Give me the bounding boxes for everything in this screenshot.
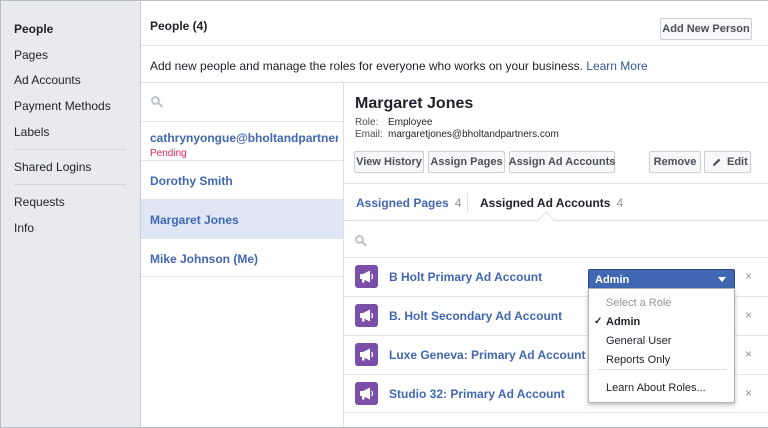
menu-item-general-user[interactable]: General User [606,335,671,347]
tab-divider [467,193,468,213]
assign-pages-button[interactable]: Assign Pages [428,151,505,173]
email-value: margaretjones@bholtandpartners.com [388,129,559,140]
page-title: People (4) [150,19,208,33]
menu-item-admin[interactable]: ✓ Admin [594,316,641,328]
nav-item-info[interactable]: Info [14,221,34,235]
tab-label: Assigned Ad Accounts [480,196,611,210]
nav-item-ad-accounts[interactable]: Ad Accounts [14,73,81,87]
menu-item-reports-only[interactable]: Reports Only [606,354,670,366]
list-item[interactable]: Mike Johnson (Me) [141,238,343,277]
megaphone-icon [355,382,378,405]
person-name: Margaret Jones [150,213,239,227]
close-icon[interactable]: × [745,347,752,361]
list-item[interactable]: Dorothy Smith [141,160,343,199]
close-icon[interactable]: × [745,269,752,283]
add-new-person-button[interactable]: Add New Person [660,18,752,40]
email-row: Email: margaretjones@bholtandpartners.com [355,129,559,140]
menu-item-learn-about-roles[interactable]: Learn About Roles... [606,382,706,394]
account-name-link[interactable]: Luxe Geneva: Primary Ad Account [389,348,586,362]
person-name: Mike Johnson (Me) [150,252,259,266]
role-row: Role: Employee [355,117,432,128]
megaphone-icon [355,265,378,288]
description-bar: Add new people and manage the roles for … [141,46,768,83]
close-icon[interactable]: × [745,386,752,400]
account-search[interactable] [344,221,768,257]
assignment-tabs: Assigned Pages 4 Assigned Ad Accounts 4 [344,183,768,221]
nav-item-labels[interactable]: Labels [14,125,49,139]
status-badge: Pending [150,148,187,159]
menu-header: Select a Role [606,297,672,309]
nav-divider [14,149,126,150]
megaphone-icon [355,343,378,366]
search-icon [151,96,163,108]
account-name-link[interactable]: Studio 32: Primary Ad Account [389,387,565,401]
check-icon: ✓ [594,316,603,327]
main-panel: People (4) Add New Person Add new people… [140,1,768,427]
people-search[interactable] [141,83,343,121]
learn-more-link[interactable]: Learn More [586,59,647,73]
left-nav: People Pages Ad Accounts Payment Methods… [1,1,140,427]
role-select-value: Admin [595,274,630,286]
nav-divider [14,184,126,185]
megaphone-icon [355,304,378,327]
person-name: cathrynyongue@bholtandpartners.com [150,131,338,145]
person-title: Margaret Jones [355,95,474,112]
tab-label: Assigned Pages [356,196,449,210]
role-select[interactable]: Admin [588,269,735,289]
account-name-link[interactable]: B Holt Primary Ad Account [389,270,542,284]
tab-count: 4 [454,196,462,210]
email-label: Email: [355,129,383,140]
pencil-icon [713,158,721,166]
nav-item-payment-methods[interactable]: Payment Methods [14,99,111,113]
nav-item-requests[interactable]: Requests [14,195,65,209]
tab-count: 4 [616,196,624,210]
nav-item-people[interactable]: People [14,22,53,36]
search-icon [355,235,367,247]
role-dropdown-menu: Select a Role ✓ Admin General User Repor… [588,288,735,403]
role-label: Role: [355,117,379,128]
assign-ad-accounts-button[interactable]: Assign Ad Accounts [509,151,615,173]
role-value: Employee [388,117,433,128]
chevron-down-icon [718,277,726,282]
menu-divider [597,369,727,370]
remove-button[interactable]: Remove [649,151,701,173]
business-manager-window: People Pages Ad Accounts Payment Methods… [0,0,768,428]
nav-item-shared-logins[interactable]: Shared Logins [14,160,91,174]
tab-assigned-ad-accounts[interactable]: Assigned Ad Accounts 4 [480,196,623,210]
page-header: People (4) Add New Person [141,1,768,46]
page-description: Add new people and manage the roles for … [150,59,648,73]
view-history-button[interactable]: View History [354,151,424,173]
tab-assigned-pages[interactable]: Assigned Pages 4 [356,196,461,210]
close-icon[interactable]: × [745,308,752,322]
person-name: Dorothy Smith [150,174,233,188]
list-item[interactable]: Margaret Jones [141,199,343,238]
menu-item-label: Admin [606,316,641,328]
account-name-link[interactable]: B. Holt Secondary Ad Account [389,309,562,323]
nav-item-pages[interactable]: Pages [14,48,48,62]
description-text: Add new people and manage the roles for … [150,59,583,73]
list-item[interactable]: cathrynyongue@bholtandpartners.com Pendi… [141,121,343,160]
edit-button[interactable]: Edit [704,151,751,173]
edit-label: Edit [727,156,748,168]
people-list: cathrynyongue@bholtandpartners.com Pendi… [141,83,344,427]
